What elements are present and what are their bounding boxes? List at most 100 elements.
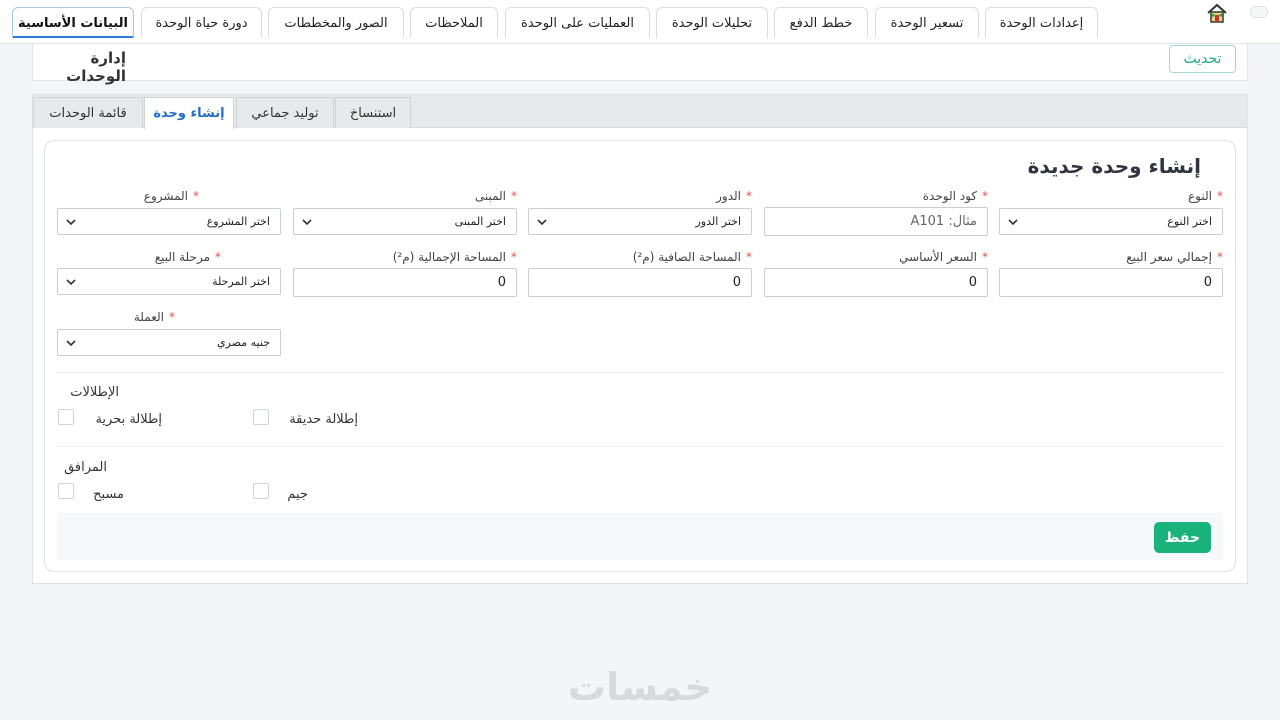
toggle-switch[interactable]: [1250, 6, 1268, 18]
label-text: العملة: [133, 310, 164, 324]
input-value: 0: [732, 275, 741, 290]
currency-select[interactable]: جنيه مصري: [57, 329, 281, 356]
required-mark: *: [982, 189, 988, 203]
section-divider: [57, 446, 1223, 447]
net-area-input[interactable]: 0: [528, 268, 752, 297]
tab-unit-operations[interactable]: العمليات على الوحدة: [505, 7, 650, 38]
chevron-down-icon: [66, 340, 76, 347]
tab-label: توليد جماعي: [251, 105, 319, 121]
tab-clone[interactable]: استنساخ: [335, 97, 411, 128]
tab-label: دورة حياة الوحدة: [155, 15, 248, 31]
tab-basic-data[interactable]: البيانات الأساسية: [12, 7, 134, 38]
tab-label: الملاحظات: [425, 15, 483, 31]
label-text: الدور: [716, 189, 741, 203]
sea-view-checkbox[interactable]: [58, 409, 74, 425]
select-value: اختر المشروع: [206, 215, 270, 228]
tab-label: العمليات على الوحدة: [521, 15, 634, 31]
gross-area-label: * المساحة الإجمالية (م²): [393, 250, 517, 264]
floor-select[interactable]: اختر الدور: [528, 208, 752, 235]
form-title: إنشاء وحدة جديدة: [1027, 154, 1201, 178]
select-value: جنيه مصري: [217, 336, 270, 349]
tab-unit-pricing[interactable]: تسعير الوحدة: [875, 7, 979, 38]
floor-label: * الدور: [716, 189, 752, 203]
select-value: اختر الدور: [695, 215, 741, 228]
create-unit-form: إنشاء وحدة جديدة * النوع * كود الوحدة * الد…: [44, 140, 1236, 572]
input-value: 0: [497, 275, 506, 290]
required-mark: *: [511, 250, 517, 264]
chevron-down-icon: [302, 219, 312, 226]
tab-units-list[interactable]: قائمة الوحدات: [33, 97, 143, 128]
required-mark: *: [511, 189, 517, 203]
chevron-down-icon: [66, 219, 76, 226]
tab-label: إنشاء وحدة: [153, 106, 225, 121]
tab-label: إعدادات الوحدة: [999, 15, 1084, 31]
section-divider: [57, 372, 1223, 373]
label-text: المشروع: [143, 189, 188, 203]
top-tab-bar: البيانات الأساسية دورة حياة الوحدة الصور…: [0, 0, 1280, 44]
required-mark: *: [169, 310, 175, 324]
tab-unit-lifecycle[interactable]: دورة حياة الوحدة: [141, 7, 262, 38]
tab-label: قائمة الوحدات: [49, 105, 127, 121]
input-value: 0: [968, 275, 977, 290]
base-price-input[interactable]: 0: [764, 268, 988, 297]
chevron-down-icon: [537, 219, 547, 226]
net-area-label: * المساحة الصافية (م²): [633, 250, 752, 264]
pool-label: مسبح: [93, 487, 124, 502]
unit-code-input[interactable]: مثال: A101: [764, 207, 988, 236]
tab-label: تحليلات الوحدة: [671, 15, 753, 31]
unit-code-label: * كود الوحدة: [923, 189, 988, 203]
total-sale-price-input[interactable]: 0: [999, 268, 1223, 297]
home-icon[interactable]: [1206, 3, 1228, 23]
base-price-label: * السعر الأساسي: [899, 250, 988, 264]
gym-checkbox[interactable]: [253, 483, 269, 499]
building-label: * المبنى: [475, 189, 517, 203]
building-select[interactable]: اختر المبنى: [293, 208, 517, 235]
label-text: مرحلة البيع: [154, 250, 210, 264]
project-select[interactable]: اختر المشروع: [57, 208, 281, 235]
label-text: السعر الأساسي: [899, 250, 977, 264]
sea-view-label: إطلالة بحرية: [95, 412, 162, 427]
gym-label: جيم: [287, 487, 308, 502]
tab-unit-analytics[interactable]: تحليلات الوحدة: [656, 7, 768, 38]
tab-notes[interactable]: الملاحظات: [410, 7, 498, 38]
tab-bulk-generate[interactable]: توليد جماعي: [236, 97, 334, 128]
label-text: المساحة الإجمالية (م²): [392, 250, 506, 264]
form-footer: حفظ: [57, 513, 1223, 560]
gross-area-input[interactable]: 0: [293, 268, 517, 297]
refresh-button[interactable]: تحديث: [1169, 45, 1236, 73]
tab-label: الصور والمخططات: [284, 15, 388, 31]
required-mark: *: [215, 250, 221, 264]
units-panel: قائمة الوحدات إنشاء وحدة توليد جماعي است…: [32, 94, 1248, 584]
select-value: اختر المرحلة: [212, 275, 270, 288]
type-label: * النوع: [1188, 189, 1223, 203]
select-value: اختر النوع: [1167, 215, 1212, 228]
garden-view-checkbox[interactable]: [253, 409, 269, 425]
type-select[interactable]: اختر النوع: [999, 208, 1223, 235]
required-mark: *: [746, 250, 752, 264]
tab-unit-settings[interactable]: إعدادات الوحدة: [985, 7, 1098, 38]
input-value: 0: [1203, 275, 1212, 290]
required-mark: *: [982, 250, 988, 264]
pool-checkbox[interactable]: [58, 483, 74, 499]
label-text: المساحة الصافية (م²): [632, 250, 741, 264]
tab-label: تسعير الوحدة: [890, 15, 964, 31]
label-text: النوع: [1188, 189, 1212, 203]
required-mark: *: [1217, 250, 1223, 264]
save-button[interactable]: حفظ: [1154, 522, 1211, 553]
tab-label: خطط الدفع: [789, 15, 853, 31]
tab-create-unit[interactable]: إنشاء وحدة: [144, 97, 234, 129]
views-section-title: الإطلالات: [70, 385, 119, 400]
amenities-section-title: المرافق: [64, 460, 107, 475]
label-text: كود الوحدة: [922, 189, 977, 203]
watermark-logo: خمسات: [568, 665, 712, 709]
sale-phase-select[interactable]: اختر المرحلة: [57, 268, 281, 295]
garden-view-label: إطلالة حديقة: [289, 412, 358, 427]
tab-payment-plans[interactable]: خطط الدفع: [774, 7, 868, 38]
tab-images-plans[interactable]: الصور والمخططات: [268, 7, 404, 38]
chevron-down-icon: [1008, 219, 1018, 226]
chevron-down-icon: [66, 279, 76, 286]
project-label: * المشروع: [144, 189, 199, 203]
currency-label: * العملة: [134, 310, 175, 324]
total-sale-price-label: * إجمالي سعر البيع: [1126, 250, 1223, 264]
tab-label: البيانات الأساسية: [18, 15, 128, 31]
